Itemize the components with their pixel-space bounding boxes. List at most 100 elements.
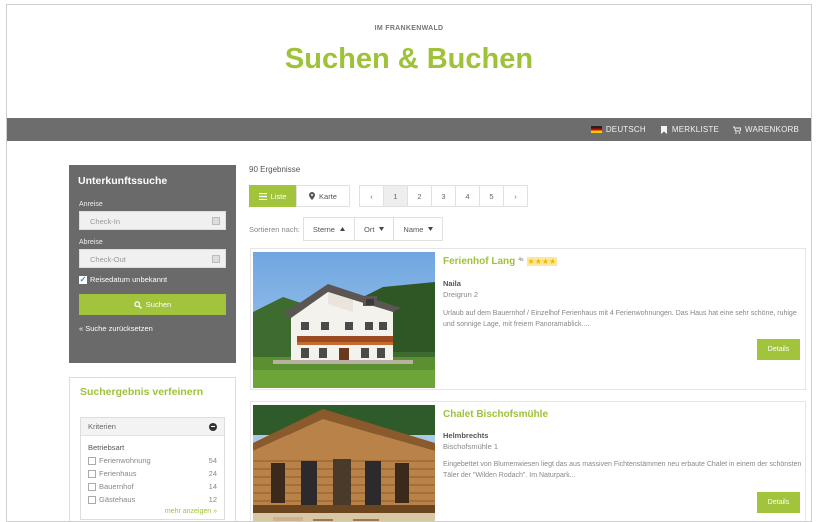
- top-navbar: DEUTSCH MERKLISTE WARENKORB: [7, 118, 811, 141]
- wishlist-label: MERKLISTE: [671, 125, 720, 134]
- criteria-body: Betriebsart Ferienwohnung 54 Ferienhaus …: [81, 436, 224, 519]
- arrival-label: Anreise: [79, 201, 103, 208]
- checkbox-icon[interactable]: [88, 456, 96, 465]
- search-button[interactable]: Suchen: [79, 294, 226, 315]
- pagination-page[interactable]: 2: [407, 185, 432, 207]
- listing-title[interactable]: Chalet Bischofsmühle: [443, 409, 548, 420]
- listing-photo[interactable]: [253, 252, 435, 388]
- details-button[interactable]: Details: [757, 492, 800, 513]
- list-view-label: Liste: [270, 191, 287, 201]
- details-button[interactable]: Details: [757, 339, 800, 360]
- wishlist-link[interactable]: MERKLISTE: [660, 125, 719, 134]
- search-panel-title: Unterkunftssuche: [78, 175, 168, 187]
- filter-option-label: Ferienhaus: [99, 469, 137, 478]
- filter-option-count: 14: [208, 482, 217, 491]
- search-icon: [134, 300, 142, 309]
- language-link[interactable]: DEUTSCH: [590, 125, 646, 134]
- calendar-icon: [212, 217, 220, 225]
- calendar-icon: [212, 255, 220, 263]
- cart-link[interactable]: WARENKORB: [733, 125, 799, 134]
- collapse-icon[interactable]: [209, 422, 217, 431]
- german-flag-icon: [590, 126, 602, 133]
- pagination-next[interactable]: ›: [503, 185, 528, 207]
- listing-title[interactable]: Ferienhof Lang: [443, 256, 515, 267]
- stars-classification: 4s: [518, 257, 524, 263]
- pagination-page[interactable]: 3: [431, 185, 456, 207]
- listing-card: Chalet Bischofsmühle Helmbrechts Bischof…: [250, 401, 806, 521]
- listing-town: Naila: [443, 279, 461, 288]
- listing-description: Urlaub auf dem Bauernhof / Einzelhof Fer…: [443, 310, 797, 328]
- sort-location-button[interactable]: Ort: [353, 217, 395, 241]
- sort-name-button[interactable]: Name: [393, 217, 444, 241]
- listing-title-row: Ferienhof Lang 4s ★ ★ ★ ★: [443, 256, 558, 267]
- filter-option-count: 24: [208, 469, 217, 478]
- filter-option-count: 12: [208, 495, 217, 504]
- sort-label: Sortieren nach:: [249, 224, 300, 234]
- pagination-page[interactable]: 4: [455, 185, 480, 207]
- search-button-label: Suchen: [145, 300, 172, 309]
- chalet-photo: [253, 405, 435, 521]
- criteria-label: Kriterien: [88, 422, 116, 431]
- listing-title-row: Chalet Bischofsmühle: [443, 409, 548, 420]
- filter-option-label: Bauernhof: [99, 482, 134, 491]
- map-view-button[interactable]: Karte: [296, 185, 350, 207]
- bookmark-icon: [660, 125, 667, 134]
- listing-street: Bischofsmühle 1: [443, 442, 499, 451]
- filter-option[interactable]: Bauernhof 14: [88, 480, 217, 493]
- list-view-button[interactable]: Liste: [249, 185, 296, 207]
- listing-photo[interactable]: [253, 405, 435, 521]
- filter-option[interactable]: Ferienwohnung 54: [88, 454, 217, 467]
- caret-up-icon: [339, 227, 345, 231]
- filter-option-label: Ferienwohnung: [99, 456, 151, 465]
- criteria-box: Kriterien Betriebsart Ferienwohnung 54 F…: [80, 417, 225, 520]
- refine-title: Suchergebnis verfeinern: [80, 386, 204, 398]
- checkout-input[interactable]: Check-Out: [79, 249, 226, 268]
- search-panel: Unterkunftssuche Anreise Check-In Abreis…: [69, 165, 236, 363]
- filter-option[interactable]: Ferienhaus 24: [88, 467, 217, 480]
- house-photo: [253, 252, 435, 388]
- star-icon: ★: [534, 257, 542, 266]
- criteria-header[interactable]: Kriterien: [81, 418, 224, 436]
- checkbox-icon[interactable]: [88, 482, 96, 491]
- sort-stars-button[interactable]: Sterne: [302, 217, 355, 241]
- sort-bar: Sortieren nach: Sterne Ort Name: [249, 217, 444, 241]
- sort-option-label: Sterne: [312, 224, 335, 234]
- star-icon: ★: [541, 257, 550, 266]
- star-rating: ★ ★ ★ ★: [526, 257, 558, 266]
- reset-search-link[interactable]: « Suche zurücksetzen: [79, 324, 226, 333]
- list-icon: [258, 192, 267, 200]
- filter-option[interactable]: Gästehaus 12: [88, 493, 217, 506]
- listing-card: Ferienhof Lang 4s ★ ★ ★ ★ Naila Dreigrun 2 …: [250, 248, 806, 390]
- page-title: Suchen & Buchen: [284, 43, 534, 75]
- pagination-page[interactable]: 5: [479, 185, 504, 207]
- departure-label: Abreise: [79, 239, 103, 246]
- page-frame: IM FRANKENWALD Suchen & Buchen DEUTSCH M…: [6, 4, 812, 522]
- date-unknown-label: Reisedatum unbekannt: [90, 275, 168, 284]
- language-label: DEUTSCH: [605, 125, 646, 134]
- date-unknown-checkbox[interactable]: ✓ Reisedatum unbekannt: [79, 275, 226, 284]
- checkin-input[interactable]: Check-In: [79, 211, 226, 230]
- category-title: Betriebsart: [88, 443, 125, 452]
- header-subtitle: IM FRANKENWALD: [374, 25, 444, 32]
- sort-option-label: Ort: [363, 224, 375, 234]
- result-count: 90 Ergebnisse: [249, 165, 301, 174]
- map-view-label: Karte: [319, 191, 337, 201]
- star-icon: ★: [549, 257, 557, 266]
- listing-street: Dreigrun 2: [443, 290, 479, 299]
- checkout-placeholder: Check-Out: [90, 255, 126, 264]
- checkbox-icon[interactable]: [88, 495, 96, 504]
- caret-down-icon: [379, 227, 385, 231]
- map-pin-icon: [309, 192, 316, 200]
- listing-town: Helmbrechts: [443, 431, 489, 440]
- cart-label: WARENKORB: [745, 125, 799, 134]
- checkmark-icon: ✓: [79, 274, 87, 284]
- checkbox-icon[interactable]: [88, 469, 96, 478]
- pagination-prev[interactable]: ‹: [359, 185, 384, 207]
- nav-links: DEUTSCH MERKLISTE WARENKORB: [590, 118, 799, 141]
- show-more-link[interactable]: mehr anzeigen »: [88, 508, 217, 515]
- filter-option-label: Gästehaus: [99, 495, 136, 504]
- sort-option-label: Name: [403, 224, 424, 234]
- pagination: ‹ 1 2 3 4 5 ›: [359, 185, 528, 207]
- pagination-page[interactable]: 1: [383, 185, 408, 207]
- cart-icon: [733, 126, 742, 134]
